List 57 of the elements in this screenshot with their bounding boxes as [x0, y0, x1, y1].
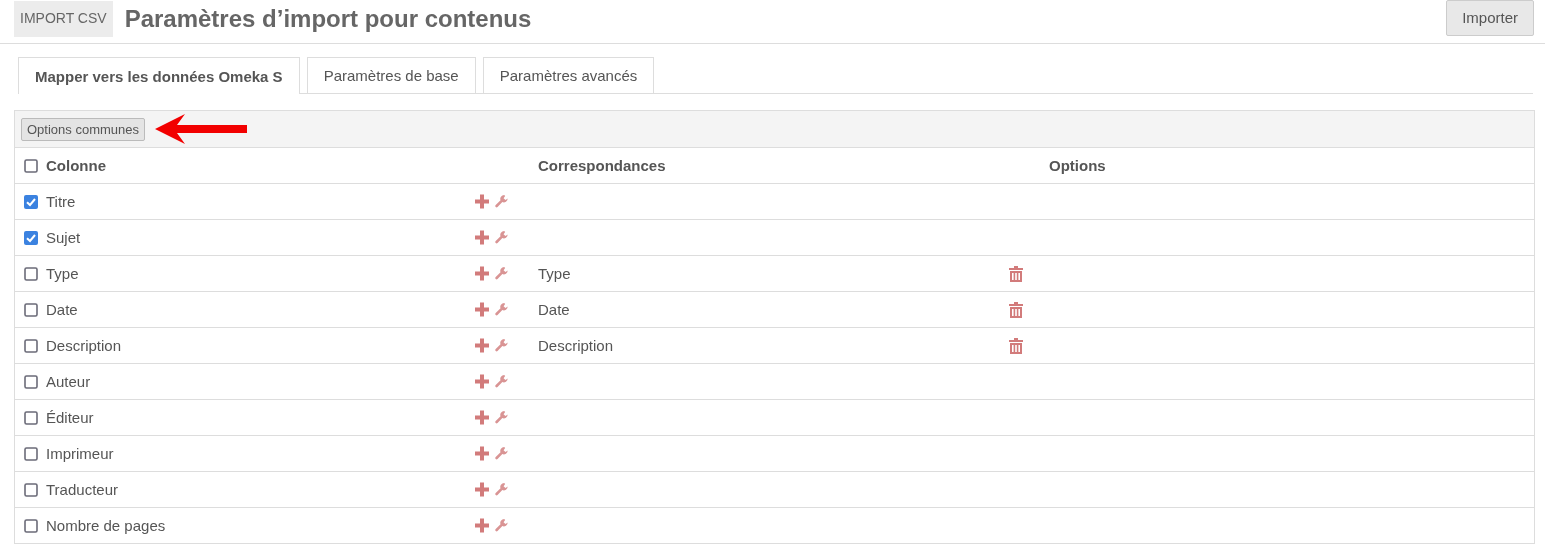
tab[interactable]: Mapper vers les données Omeka S [18, 57, 300, 94]
column-name: Auteur [46, 373, 91, 390]
column-name: Date [46, 301, 78, 318]
checkbox[interactable] [24, 374, 38, 389]
wrench-icon[interactable] [495, 230, 509, 245]
column-header: Correspondances [538, 157, 666, 174]
common-options-button[interactable]: Options communes [21, 117, 145, 141]
plus-icon[interactable] [475, 374, 489, 389]
plus-icon[interactable] [475, 482, 489, 497]
column-name: Éditeur [46, 409, 94, 426]
trash-icon[interactable] [1009, 265, 1023, 282]
wrench-icon[interactable] [495, 302, 509, 317]
checkbox[interactable] [24, 518, 38, 533]
section-badge: IMPORT CSV [14, 0, 113, 37]
column-name: Description [46, 337, 122, 354]
checkbox[interactable] [24, 302, 38, 317]
plus-icon[interactable] [475, 302, 489, 317]
wrench-icon[interactable] [495, 374, 509, 389]
column-name: Traducteur [46, 481, 118, 498]
plus-icon[interactable] [475, 194, 489, 209]
mapping-label: Description [538, 337, 614, 354]
tab[interactable]: Paramètres de base [306, 57, 476, 93]
wrench-icon[interactable] [495, 338, 509, 353]
column-name: Titre [46, 193, 76, 210]
plus-icon[interactable] [475, 518, 489, 533]
plus-icon[interactable] [475, 446, 489, 461]
plus-icon[interactable] [475, 410, 489, 425]
checkbox[interactable] [24, 446, 38, 461]
checkbox[interactable] [24, 410, 38, 425]
wrench-icon[interactable] [495, 194, 509, 209]
checkbox[interactable] [24, 266, 38, 281]
column-name: Sujet [46, 229, 81, 246]
trash-icon[interactable] [1009, 337, 1023, 354]
checkbox[interactable] [24, 482, 38, 497]
plus-icon[interactable] [475, 266, 489, 281]
checkbox[interactable] [24, 338, 38, 353]
wrench-icon[interactable] [495, 266, 509, 281]
mapping-label: Date [538, 301, 570, 318]
column-name: Type [46, 265, 79, 282]
wrench-icon[interactable] [495, 518, 509, 533]
plus-icon[interactable] [475, 338, 489, 353]
checkbox[interactable] [24, 194, 38, 209]
column-header: Options [1049, 157, 1106, 174]
wrench-icon[interactable] [495, 482, 509, 497]
plus-icon[interactable] [475, 230, 489, 245]
import-button[interactable]: Importer [1446, 0, 1534, 36]
checkbox[interactable] [24, 230, 38, 245]
tab[interactable]: Paramètres avancés [482, 57, 655, 93]
column-header: Colonne [46, 157, 106, 174]
page-title: Paramètres d’import pour contenus [124, 4, 533, 33]
checkbox[interactable] [24, 158, 38, 173]
mapping-label: Type [538, 265, 571, 282]
wrench-icon[interactable] [495, 446, 509, 461]
wrench-icon[interactable] [495, 410, 509, 425]
column-name: Imprimeur [46, 445, 114, 462]
column-name: Nombre de pages [46, 517, 166, 534]
trash-icon[interactable] [1009, 301, 1023, 318]
